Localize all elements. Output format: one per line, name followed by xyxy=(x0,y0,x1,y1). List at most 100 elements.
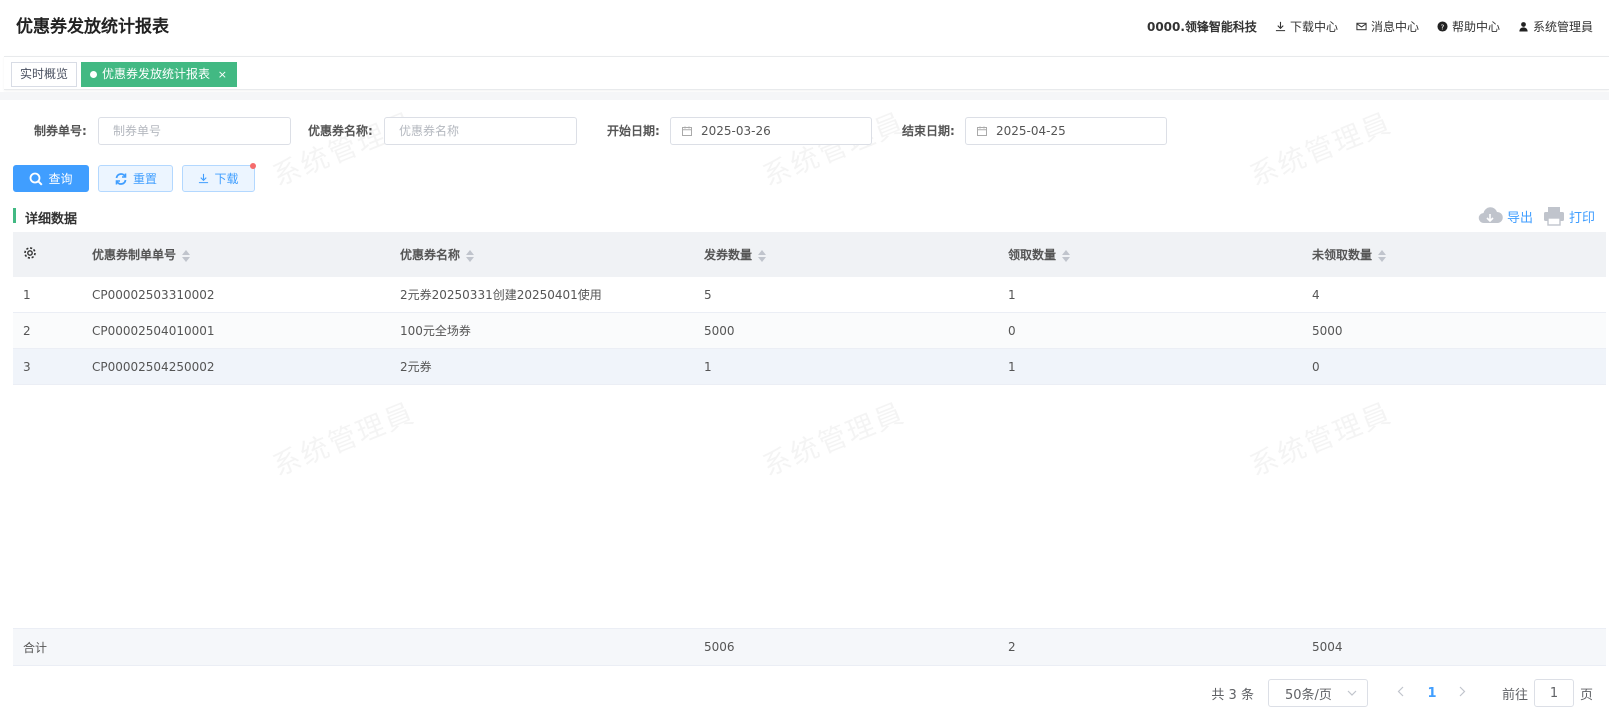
reset-button[interactable]: 重置 xyxy=(98,165,173,192)
data-table: 优惠券制单单号 优惠券名称 发券数量 领取数量 未领取数量 1 CP000025… xyxy=(13,232,1606,385)
order-no-label: 制券单号: xyxy=(34,124,87,138)
sort-icon[interactable] xyxy=(466,249,475,262)
header-claimed[interactable]: 领取数量 xyxy=(1008,246,1312,263)
cloud-download-icon xyxy=(1478,207,1503,224)
tab-realtime-overview[interactable]: 实时概览 xyxy=(11,62,78,87)
table-row[interactable]: 2 CP00002504010001 100元全场券 5000 0 5000 xyxy=(13,313,1606,349)
tab-coupon-report-label: 优惠券发放统计报表 xyxy=(102,67,211,81)
tab-bar: 实时概览 优惠券发放统计报表 × xyxy=(4,56,1609,90)
column-settings[interactable] xyxy=(13,246,92,263)
cell-index: 2 xyxy=(23,323,31,338)
next-page-button[interactable] xyxy=(1448,686,1478,701)
cell-issued: 1 xyxy=(704,359,712,374)
reset-button-label: 重置 xyxy=(132,172,157,186)
help-center-label: 帮助中心 xyxy=(1451,20,1500,34)
header-label: 优惠券制单单号 xyxy=(92,248,177,262)
end-date-picker[interactable]: 2025-04-25 xyxy=(965,117,1167,145)
company-name[interactable]: 0000.领锋智能科技 xyxy=(1147,18,1257,35)
sort-icon[interactable] xyxy=(1062,249,1071,262)
mail-icon xyxy=(1356,22,1367,31)
help-center-link[interactable]: ? 帮助中心 xyxy=(1437,18,1500,35)
section-title: 详细数据 xyxy=(25,212,78,227)
order-no-input[interactable] xyxy=(98,117,291,145)
cell-issued: 5000 xyxy=(704,323,735,338)
download-button-label: 下载 xyxy=(214,172,239,186)
export-button[interactable]: 导出 xyxy=(1477,206,1533,226)
cell-index: 1 xyxy=(23,287,31,302)
goto-page-input[interactable] xyxy=(1533,679,1574,707)
cell-coupon-name: 100元全场券 xyxy=(400,324,471,338)
sort-icon[interactable] xyxy=(758,249,767,262)
download-icon xyxy=(1275,21,1286,32)
cell-unclaimed: 4 xyxy=(1312,287,1320,302)
gear-icon xyxy=(24,247,36,259)
chevron-down-icon xyxy=(1347,690,1357,696)
message-center-label: 消息中心 xyxy=(1370,20,1419,34)
table-tools: 导出 打印 xyxy=(1477,206,1595,226)
header-label: 发券数量 xyxy=(704,248,753,262)
header-coupon-name[interactable]: 优惠券名称 xyxy=(400,246,704,263)
svg-text:?: ? xyxy=(1441,22,1445,31)
end-date-label: 结束日期: xyxy=(902,124,955,138)
query-button-label: 查询 xyxy=(48,172,73,186)
pagination: 共 3 条 50条/页 1 前往 页 xyxy=(1211,679,1593,707)
page-size-value: 50条/页 xyxy=(1284,687,1332,703)
page-unit-label: 页 xyxy=(1579,687,1593,703)
table-summary-row: 合计 5006 2 5004 xyxy=(13,628,1606,666)
watermark: 系统管理員 xyxy=(1243,101,1397,194)
header-label: 未领取数量 xyxy=(1312,248,1373,262)
coupon-name-input[interactable] xyxy=(384,117,577,145)
query-button[interactable]: 查询 xyxy=(13,165,89,192)
header-issued[interactable]: 发券数量 xyxy=(704,246,1008,263)
notification-dot xyxy=(250,163,256,169)
message-center-link[interactable]: 消息中心 xyxy=(1356,18,1419,35)
help-icon: ? xyxy=(1437,21,1448,32)
summary-label: 合计 xyxy=(23,640,48,655)
summary-unclaimed: 5004 xyxy=(1312,640,1343,654)
sort-icon[interactable] xyxy=(182,249,191,262)
page-title: 优惠券发放统计报表 xyxy=(16,17,169,37)
cell-claimed: 0 xyxy=(1008,323,1016,338)
cell-unclaimed: 0 xyxy=(1312,359,1320,374)
search-icon xyxy=(30,172,43,186)
table-header: 优惠券制单单号 优惠券名称 发券数量 领取数量 未领取数量 xyxy=(13,232,1606,277)
header-unclaimed[interactable]: 未领取数量 xyxy=(1312,246,1606,263)
print-button[interactable]: 打印 xyxy=(1543,206,1595,226)
header-order-no[interactable]: 优惠券制单单号 xyxy=(92,246,400,263)
section-accent-bar xyxy=(13,208,16,223)
cell-claimed: 1 xyxy=(1008,287,1016,302)
printer-icon xyxy=(1543,207,1564,226)
cell-coupon-name: 2元券 xyxy=(400,360,432,374)
watermark: 系统管理員 xyxy=(266,101,420,194)
start-date-label: 开始日期: xyxy=(607,124,660,138)
user-menu[interactable]: 系统管理員 xyxy=(1518,18,1593,35)
tab-close-icon[interactable]: × xyxy=(218,63,227,86)
coupon-name-label: 优惠券名称: xyxy=(308,124,373,138)
watermark: 系统管理員 xyxy=(756,101,910,194)
app-header: 优惠券发放统计报表 0000.领锋智能科技 下载中心 消息中心 ? 帮助中心 系… xyxy=(0,0,1609,52)
download-button[interactable]: 下载 xyxy=(182,163,256,192)
start-date-value: 2025-03-26 xyxy=(701,124,771,138)
summary-issued: 5006 xyxy=(704,640,735,654)
download-center-link[interactable]: 下载中心 xyxy=(1275,18,1338,35)
end-date-value: 2025-04-25 xyxy=(996,124,1066,138)
tab-coupon-report[interactable]: 优惠券发放统计报表 × xyxy=(81,62,238,87)
cell-issued: 5 xyxy=(704,287,712,302)
cell-order-no: CP00002504250002 xyxy=(92,359,215,374)
page-size-select[interactable]: 50条/页 xyxy=(1267,679,1368,707)
table-row[interactable]: 1 CP00002503310002 2元券20250331创建20250401… xyxy=(13,277,1606,313)
download-icon xyxy=(199,173,209,184)
sort-icon[interactable] xyxy=(1378,249,1387,262)
table-row[interactable]: 3 CP00002504250002 2元券 1 1 0 xyxy=(13,349,1606,385)
start-date-picker[interactable]: 2025-03-26 xyxy=(670,117,872,145)
header-label: 领取数量 xyxy=(1008,248,1057,262)
download-center-label: 下载中心 xyxy=(1289,20,1338,34)
page-number-current[interactable]: 1 xyxy=(1416,686,1448,701)
prev-page-button[interactable] xyxy=(1386,686,1416,701)
chevron-left-icon xyxy=(1398,686,1404,696)
goto-label: 前往 xyxy=(1501,687,1528,703)
summary-claimed: 2 xyxy=(1008,640,1016,654)
header-toolbar: 0000.领锋智能科技 下载中心 消息中心 ? 帮助中心 系统管理員 xyxy=(1147,18,1593,35)
calendar-icon xyxy=(977,126,987,136)
cell-order-no: CP00002503310002 xyxy=(92,287,215,302)
